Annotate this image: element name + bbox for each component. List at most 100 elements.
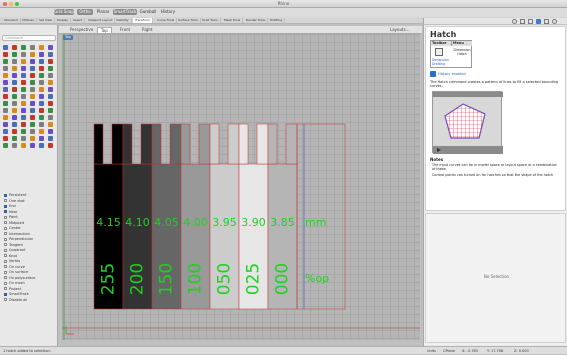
explode-icon[interactable]: [3, 108, 8, 113]
solid-icon[interactable]: [12, 129, 17, 134]
explode-icon[interactable]: [3, 73, 8, 78]
curve-icon[interactable]: [39, 115, 44, 120]
tab-render-tools[interactable]: Render Tools: [244, 18, 269, 23]
offset-icon[interactable]: [21, 73, 26, 78]
grid-snap-toggle[interactable]: Grid Snap: [54, 9, 74, 15]
tab-drafting[interactable]: Drafting: [268, 18, 286, 23]
osnap-checkbox[interactable]: [4, 193, 7, 197]
tab-perspective[interactable]: Perspective: [67, 27, 96, 33]
mesh-icon[interactable]: [21, 59, 26, 64]
polyline-icon[interactable]: [30, 80, 35, 85]
hatch-icon[interactable]: [39, 108, 44, 113]
copy-icon[interactable]: [39, 94, 44, 99]
osnap-checkbox[interactable]: [4, 221, 7, 224]
text-icon[interactable]: [39, 87, 44, 92]
osnap-checkbox[interactable]: [4, 237, 7, 241]
explode-icon[interactable]: [3, 143, 8, 148]
help-icon[interactable]: [536, 19, 541, 24]
fillet-icon[interactable]: [12, 108, 17, 113]
text-icon[interactable]: [39, 122, 44, 127]
surface-icon[interactable]: [48, 52, 53, 57]
help-video[interactable]: [432, 91, 503, 154]
tab-standard[interactable]: Standard: [2, 18, 21, 23]
osnap-checkbox[interactable]: [4, 248, 7, 252]
layer-icon[interactable]: [48, 143, 53, 148]
offset-icon[interactable]: [21, 143, 26, 148]
join-icon[interactable]: [48, 101, 53, 106]
osnap-on-mesh[interactable]: On mesh: [4, 281, 25, 286]
help-pane[interactable]: Hatch Toolbar Menu Dimension Drafting Di…: [425, 26, 566, 211]
mirror-icon[interactable]: [12, 66, 17, 71]
osnap-checkbox[interactable]: [4, 287, 7, 290]
osnap-checkbox[interactable]: [4, 281, 7, 285]
select-icon[interactable]: [3, 45, 8, 50]
osnap-checkbox[interactable]: [4, 215, 7, 219]
polygon-icon[interactable]: [30, 52, 35, 57]
osnap-on-polysurface[interactable]: On polysurface: [4, 276, 35, 281]
trim-icon[interactable]: [30, 66, 35, 71]
properties-icon[interactable]: [512, 19, 517, 24]
polygon-icon[interactable]: [30, 122, 35, 127]
select-icon[interactable]: [3, 80, 8, 85]
tab-transform[interactable]: Transform: [133, 18, 153, 23]
offset-icon[interactable]: [21, 108, 26, 113]
osnap-persistent[interactable]: Persistent: [4, 193, 26, 198]
scale-icon[interactable]: [3, 101, 8, 106]
extrude-icon[interactable]: [3, 129, 8, 134]
array-icon[interactable]: [21, 101, 26, 106]
layouts-menu[interactable]: Layouts...: [387, 27, 413, 33]
join-icon[interactable]: [48, 136, 53, 141]
osnap-checkbox[interactable]: [4, 199, 7, 202]
copy-icon[interactable]: [39, 129, 44, 134]
mesh-icon[interactable]: [21, 94, 26, 99]
copy-icon[interactable]: [39, 59, 44, 64]
history-link[interactable]: History enabled: [438, 72, 466, 76]
osnap-end[interactable]: End: [4, 204, 16, 209]
hatch-icon[interactable]: [39, 143, 44, 148]
move-icon[interactable]: [30, 129, 35, 134]
tab-visibility[interactable]: Visibility: [114, 18, 132, 23]
osnap-tangent[interactable]: Tangent: [4, 243, 23, 248]
point-icon[interactable]: [12, 45, 17, 50]
osnap-one-shot[interactable]: One shot: [4, 199, 25, 204]
fillet-icon[interactable]: [12, 73, 17, 78]
circle-icon[interactable]: [48, 45, 53, 50]
history-toggle[interactable]: History: [159, 9, 177, 15]
planar-toggle[interactable]: Planar: [95, 9, 111, 15]
tab-viewport-layout[interactable]: Viewport Layout: [86, 18, 116, 23]
named-views-icon[interactable]: [552, 19, 557, 24]
mirror-icon[interactable]: [12, 136, 17, 141]
solid-icon[interactable]: [12, 59, 17, 64]
rectangle-icon[interactable]: [21, 52, 26, 57]
extrude-icon[interactable]: [3, 59, 8, 64]
polyline-icon[interactable]: [30, 115, 35, 120]
display-icon[interactable]: [528, 19, 533, 24]
osnap-near[interactable]: Near: [4, 210, 17, 215]
osnap-checkbox[interactable]: [4, 292, 7, 296]
line-icon[interactable]: [21, 80, 26, 85]
osnap-on-surface[interactable]: On surface: [4, 270, 28, 275]
rotate-icon[interactable]: [48, 94, 53, 99]
osnap-center[interactable]: Center: [4, 226, 21, 231]
line-icon[interactable]: [21, 115, 26, 120]
mesh-icon[interactable]: [21, 129, 26, 134]
rectangle-icon[interactable]: [21, 87, 26, 92]
command-search-input[interactable]: Command: [2, 35, 56, 41]
notes-icon[interactable]: [544, 19, 549, 24]
surface-icon[interactable]: [48, 87, 53, 92]
tab-right[interactable]: Right: [139, 27, 156, 33]
osnap-checkbox[interactable]: [4, 226, 7, 230]
osnap-checkbox[interactable]: [4, 265, 7, 268]
move-icon[interactable]: [30, 94, 35, 99]
ellipse-icon[interactable]: [12, 87, 17, 92]
join-icon[interactable]: [48, 66, 53, 71]
trim-icon[interactable]: [30, 101, 35, 106]
osnap-checkbox[interactable]: [4, 210, 7, 213]
tab-cplanes[interactable]: CPlanes: [20, 18, 37, 23]
layer-icon[interactable]: [48, 108, 53, 113]
curve-icon[interactable]: [39, 45, 44, 50]
select-icon[interactable]: [3, 115, 8, 120]
tab-surface-tools[interactable]: Surface Tools: [176, 18, 201, 23]
osnap-vertex[interactable]: Vertex: [4, 259, 20, 264]
osnap-on-curve[interactable]: On curve: [4, 265, 25, 270]
